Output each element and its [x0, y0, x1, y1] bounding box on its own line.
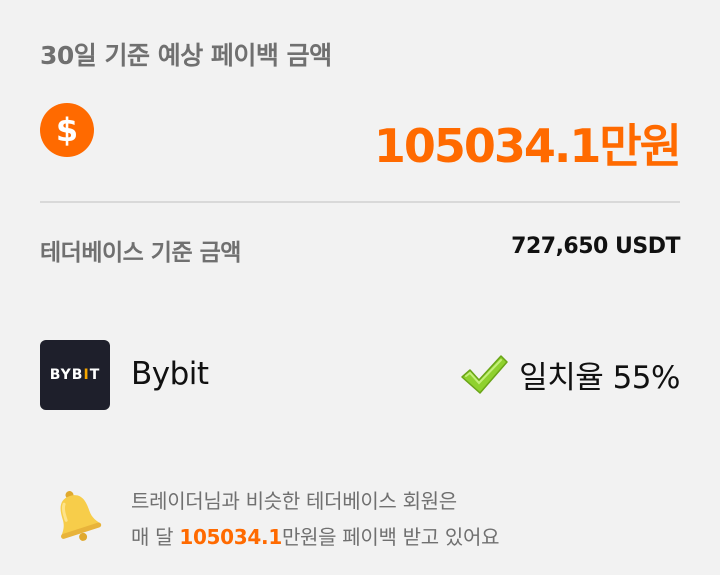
page-title: 30일 기준 예상 페이백 금액 — [40, 41, 332, 70]
exchange-name: Bybit — [131, 356, 209, 392]
base-amount-value: 727,650 USDT — [511, 234, 680, 259]
match-rate: 일치율 55% — [459, 352, 680, 397]
base-amount-label: 테더베이스 기준 금액 — [40, 240, 241, 266]
note-line-2-prefix: 매 달 — [131, 525, 180, 549]
bybit-logo: BYBIT — [40, 340, 110, 410]
note-line-2: 매 달 105034.1만원을 페이백 받고 있어요 — [131, 519, 500, 555]
dollar-glyph: $ — [55, 111, 79, 149]
note-line-2-suffix: 만원을 페이백 받고 있어요 — [281, 525, 500, 549]
check-icon — [461, 354, 508, 394]
note-line-1: 트레이더님과 비슷한 테더베이스 회원은 — [131, 489, 457, 513]
bybit-logo-text-left: BYB — [49, 367, 84, 383]
payback-amount: 105034.1만원 — [373, 119, 682, 173]
payback-note: 트레이더님과 비슷한 테더베이스 회원은 매 달 105034.1만원을 페이백… — [131, 483, 500, 555]
bybit-logo-text-right: T — [89, 367, 101, 383]
bell-icon — [60, 491, 102, 541]
divider — [40, 201, 680, 203]
match-rate-text: 일치율 55% — [519, 360, 680, 396]
dollar-coin-icon: $ — [40, 103, 94, 157]
bybit-logo-text: BYBIT — [50, 367, 101, 383]
note-line-2-amount: 105034.1 — [179, 525, 282, 549]
